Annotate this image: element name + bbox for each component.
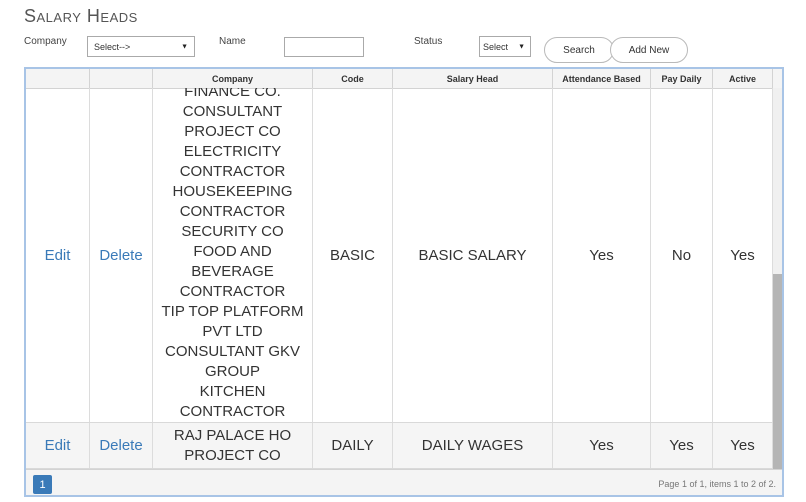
delete-link[interactable]: Delete	[99, 247, 142, 264]
attendance-based-cell: Yes	[553, 423, 651, 468]
attendance-based-cell: Yes	[553, 88, 651, 422]
company-line: CONTRACTOR	[179, 403, 286, 420]
company-line: HOUSEKEEPING	[172, 183, 293, 200]
grid-header: Company Code Salary Head Attendance Base…	[26, 69, 782, 89]
pager-info: Page 1 of 1, items 1 to 2 of 2.	[658, 479, 776, 489]
search-button[interactable]: Search	[544, 37, 614, 63]
company-line: PVT LTD	[202, 323, 263, 340]
delete-cell: Delete	[90, 88, 153, 422]
company-line: ELECTRICITY	[183, 143, 282, 160]
company-line: BEVERAGE	[191, 263, 274, 280]
scrollbar-thumb[interactable]	[773, 274, 782, 469]
page-title: Salary Heads	[24, 6, 138, 26]
header-salary-head[interactable]: Salary Head	[393, 69, 553, 88]
active-cell: Yes	[713, 423, 773, 468]
company-cell: FINANCE CO. CONSULTANT PROJECT CO ELECTR…	[153, 88, 313, 422]
company-line: TIP TOP PLATFORM	[161, 303, 304, 320]
header-active[interactable]: Active	[713, 69, 773, 88]
chevron-down-icon: ▼	[518, 43, 525, 50]
pay-daily-cell: Yes	[651, 423, 713, 468]
salary-heads-grid: Company Code Salary Head Attendance Base…	[24, 67, 784, 497]
company-line: CONSULTANT	[182, 103, 283, 120]
salary-head-cell: BASIC SALARY	[393, 88, 553, 422]
company-select[interactable]: Select--> ▼	[87, 36, 195, 57]
code-cell: DAILY	[313, 423, 393, 468]
pay-daily-cell: No	[651, 88, 713, 422]
company-line: CONTRACTOR	[179, 203, 286, 220]
company-lines: FINANCE CO. CONSULTANT PROJECT CO ELECTR…	[153, 88, 312, 422]
code-cell: BASIC	[313, 88, 393, 422]
name-input[interactable]	[284, 37, 364, 57]
company-line: CONSULTANT GKV	[164, 343, 301, 360]
company-line: FINANCE CO.	[184, 88, 281, 100]
company-line: CONTRACTOR	[179, 163, 286, 180]
salary-head-cell: DAILY WAGES	[393, 423, 553, 468]
table-row: Edit Delete RAJ PALACE HO PROJECT CO DAI…	[26, 423, 773, 469]
header-edit	[26, 69, 90, 88]
header-company[interactable]: Company	[153, 69, 313, 88]
header-code[interactable]: Code	[313, 69, 393, 88]
company-filter-label: Company	[24, 36, 67, 47]
company-line: SECURITY CO	[181, 223, 284, 240]
delete-cell: Delete	[90, 423, 153, 468]
edit-link[interactable]: Edit	[45, 437, 71, 454]
company-line: GROUP	[204, 363, 260, 380]
table-row: Edit Delete FINANCE CO. CONSULTANT PROJE…	[26, 88, 773, 423]
add-new-button[interactable]: Add New	[610, 37, 688, 63]
grid-pager: 1 Page 1 of 1, items 1 to 2 of 2.	[26, 469, 782, 495]
header-pay-daily[interactable]: Pay Daily	[651, 69, 713, 88]
chevron-down-icon: ▼	[181, 43, 188, 50]
company-select-value: Select-->	[94, 41, 131, 52]
edit-link[interactable]: Edit	[45, 247, 71, 264]
company-cell: RAJ PALACE HO PROJECT CO	[153, 423, 313, 468]
company-line: PROJECT CO	[184, 446, 281, 464]
company-line: KITCHEN	[199, 383, 266, 400]
status-filter-label: Status	[414, 36, 443, 47]
delete-link[interactable]: Delete	[99, 437, 142, 454]
name-filter-label: Name	[219, 36, 246, 47]
company-line: CONTRACTOR	[179, 283, 286, 300]
active-cell: Yes	[713, 88, 773, 422]
header-delete	[90, 69, 153, 88]
company-line: RAJ PALACE HO	[173, 426, 292, 444]
status-select[interactable]: Select ▼	[479, 36, 531, 57]
company-line: FOOD AND	[193, 243, 272, 260]
page-1-button[interactable]: 1	[33, 475, 52, 494]
status-select-value: Select	[483, 41, 509, 52]
edit-cell: Edit	[26, 423, 90, 468]
edit-cell: Edit	[26, 88, 90, 422]
header-attendance-based[interactable]: Attendance Based	[553, 69, 651, 88]
company-line: PROJECT CO	[184, 123, 281, 140]
